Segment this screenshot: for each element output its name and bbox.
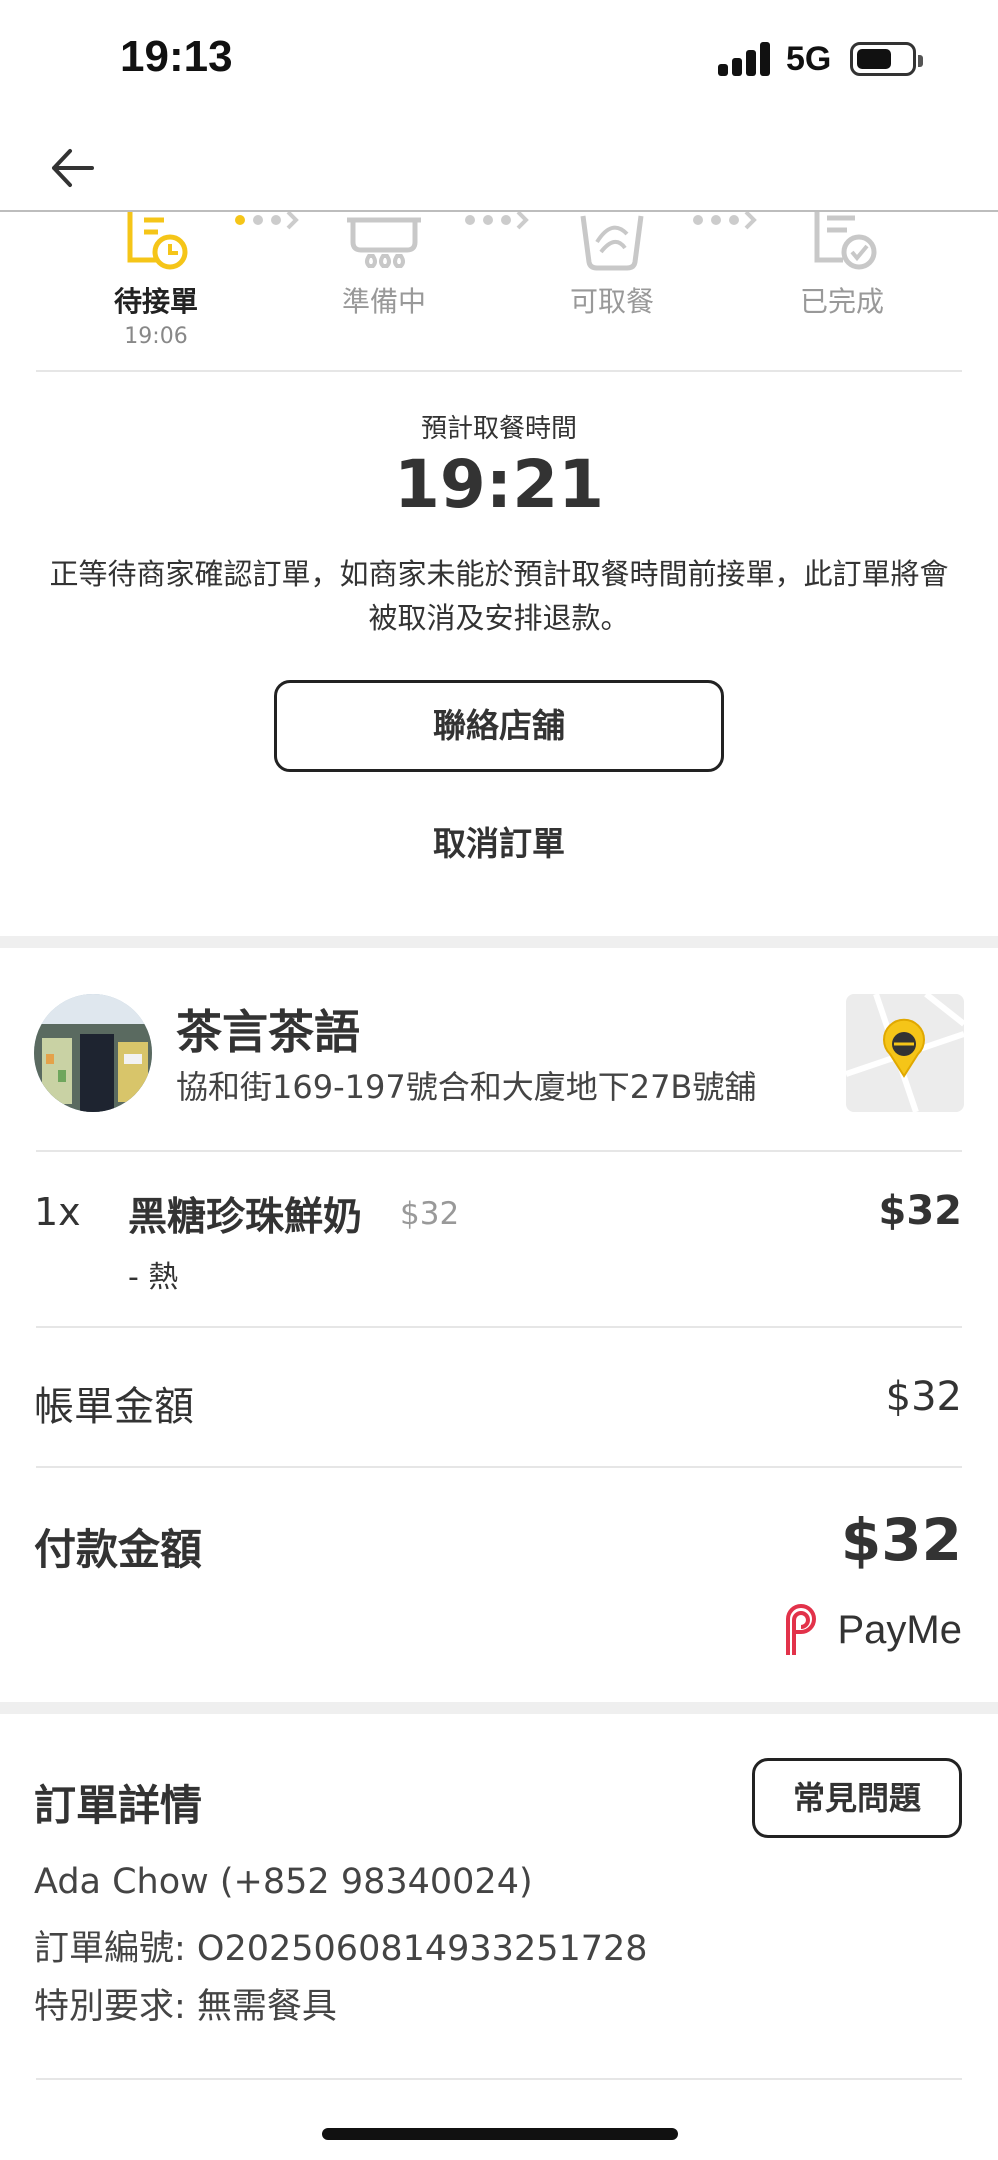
special-request: 特別要求: 無需餐具 [34,1987,337,2027]
order-clock-icon [127,212,188,270]
faq-button[interactable]: 常見問題 [752,1758,962,1838]
section-divider [0,1702,998,1714]
back-button[interactable] [44,138,104,198]
divider [36,1150,962,1152]
store-name: 茶言茶語 [176,1005,360,1059]
order-details-title: 訂單詳情 [34,1781,203,1830]
step-ready-pickup: 可取餐 [522,212,702,320]
step-completed: 已完成 [752,212,932,320]
divider [36,370,962,372]
item-total-price: $32 [878,1188,963,1234]
divider [36,2078,962,2080]
bill-amount-value: $32 [885,1374,962,1420]
payment-method: PayMe [780,1600,963,1660]
cancel-order-button[interactable]: 取消訂單 [374,818,624,870]
store-map-button[interactable] [846,994,964,1112]
step-time: 19:06 [124,324,188,349]
eta-label: 預計取餐時間 [420,414,577,444]
step-label: 已完成 [799,285,884,318]
bill-amount-label: 帳單金額 [34,1384,194,1430]
step-pending-accept: 待接單 19:06 [66,212,246,349]
item-unit-price: $32 [400,1196,460,1232]
order-number: 訂單編號: O2025060814933251728 [34,1929,648,1969]
status-time: 19:13 [120,32,233,81]
store-address: 協和街169-197號合和大廈地下27B號舖 [176,1068,757,1106]
map-pin-icon [846,994,964,1112]
step-label: 可取餐 [569,285,654,318]
progress-dots-icon [235,212,299,230]
signal-strength-icon [718,40,772,76]
completed-check-icon [814,212,877,270]
step-label: 待接單 [113,285,198,318]
order-progress: 待接單 19:06 準備中 可取餐 已完成 [0,212,998,372]
item-name: 黑糖珍珠鮮奶 [128,1195,363,1240]
store-avatar [34,994,152,1112]
divider [36,1466,962,1468]
network-type: 5G [786,40,832,78]
eta-time: 19:21 [393,446,605,523]
battery-icon [850,42,923,76]
divider [36,1326,962,1328]
item-option: - 熱 [128,1260,179,1295]
cooking-pot-icon [347,217,421,268]
arrow-left-icon [52,149,94,187]
payment-method-label: PayMe [837,1607,963,1652]
pending-notice: 正等待商家確認訂單，如商家未能於預計取餐時間前接單，此訂單將會被取消及安排退款。 [49,557,949,635]
payment-amount-value: $32 [840,1506,962,1574]
progress-dots-icon [693,212,757,230]
section-divider [0,936,998,948]
contact-store-button[interactable]: 聯絡店舖 [274,680,724,772]
step-preparing: 準備中 [294,212,474,320]
home-indicator[interactable] [322,2128,678,2140]
payment-amount-label: 付款金額 [34,1525,203,1574]
food-bag-icon [580,215,644,271]
item-quantity: 1x [34,1190,81,1234]
top-nav-bar [0,120,998,212]
step-label: 準備中 [341,285,426,318]
payme-logo-icon [785,1604,816,1655]
customer-info: Ada Chow (+852 98340024) [34,1862,533,1902]
status-bar: 19:13 5G [0,0,998,120]
